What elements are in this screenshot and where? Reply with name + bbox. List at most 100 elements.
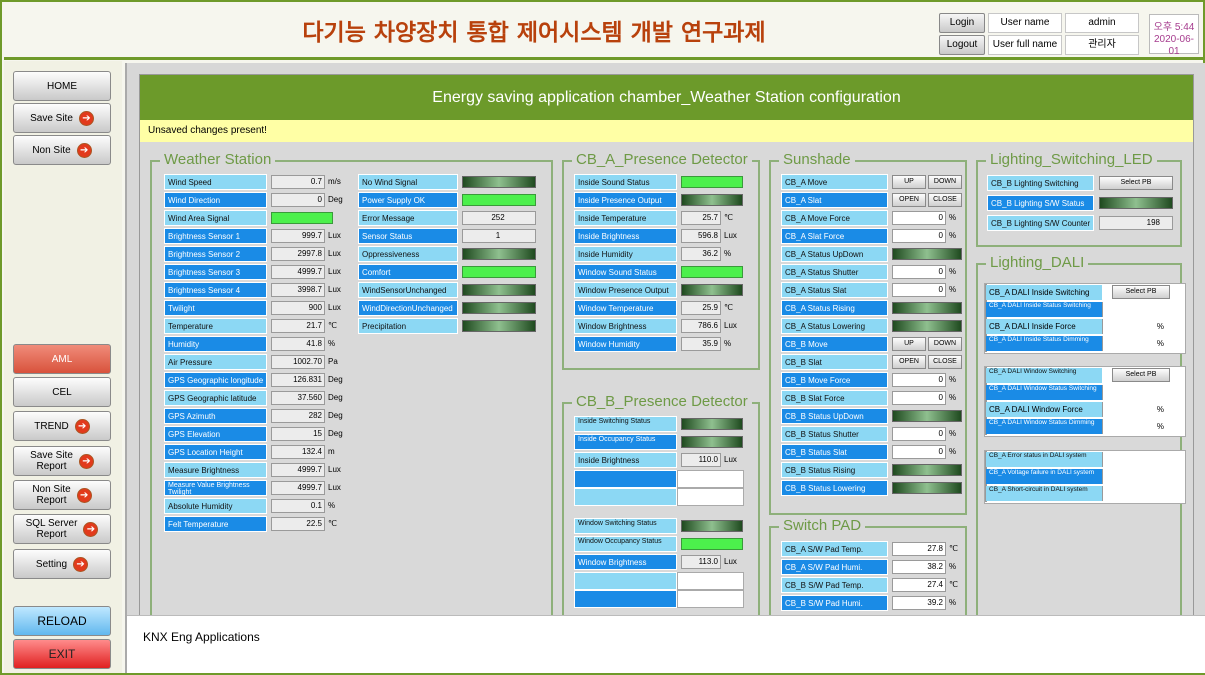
unsaved-changes-notice: Unsaved changes present! bbox=[140, 120, 1193, 142]
up-button[interactable]: UP bbox=[892, 337, 926, 351]
weather-label: GPS Elevation bbox=[164, 426, 267, 442]
sunshade-value[interactable]: 0 bbox=[892, 265, 946, 279]
reload-button[interactable]: RELOAD bbox=[13, 606, 111, 636]
trend-button[interactable]: TREND ➔ bbox=[13, 411, 111, 441]
weather-station-group: Weather Station Wind Speed 0.7 m/s Wind Dir… bbox=[150, 150, 553, 622]
presence-a-row-inside-humidity: Inside Humidity 36.2% bbox=[574, 246, 754, 262]
down-button[interactable]: DOWN bbox=[928, 175, 962, 189]
sunshade-value[interactable]: 0 bbox=[892, 211, 946, 225]
aml-button[interactable]: AML bbox=[13, 344, 111, 374]
clock-date: 2020-06-01 bbox=[1153, 34, 1195, 57]
led-sw-counter-label: CB_B Lighting S/W Counter bbox=[987, 215, 1094, 231]
weather-value: 1002.70 bbox=[271, 355, 325, 369]
sunshade-value[interactable]: 0 bbox=[892, 445, 946, 459]
sunshade-unit: % bbox=[949, 285, 957, 294]
up-button[interactable]: UP bbox=[892, 175, 926, 189]
weather-unit: Deg bbox=[328, 411, 343, 420]
footer: KNX Eng Applications bbox=[127, 615, 1205, 673]
dali-inside-force-row: CB_A DALI Inside Force % bbox=[985, 318, 1164, 335]
dali-window-dimming-unit: % bbox=[1102, 419, 1182, 434]
weather-unit: Deg bbox=[328, 375, 343, 384]
weather-value: 999.7 bbox=[271, 229, 325, 243]
close-button[interactable]: CLOSE bbox=[928, 193, 962, 207]
weather-value: 900 bbox=[271, 301, 325, 315]
sunshade-value[interactable]: 0 bbox=[892, 229, 946, 243]
led-switching-label: CB_B Lighting Switching bbox=[987, 175, 1094, 191]
led-sw-status-indicator bbox=[1099, 197, 1173, 209]
empty-row-value bbox=[677, 470, 744, 488]
led-sw-status-row: CB_B Lighting S/W Status bbox=[987, 195, 1177, 211]
close-button[interactable]: CLOSE bbox=[928, 355, 962, 369]
dali-error-row: CB_A Error status in DALI system bbox=[985, 451, 1103, 468]
cel-button[interactable]: CEL bbox=[13, 377, 111, 407]
sunshade-row-cb-b-status-updown: CB_B Status UpDown bbox=[781, 408, 962, 424]
switch-pad-title: Switch PAD bbox=[779, 516, 866, 536]
home-button[interactable]: HOME bbox=[13, 71, 111, 101]
status-indicator bbox=[462, 248, 536, 260]
status-indicator bbox=[681, 284, 743, 296]
save-site-report-button[interactable]: Save Site Report ➔ bbox=[13, 446, 111, 476]
sidebar: HOME Save Site ➔ Non Site ➔ AML CEL TREND ➔… bbox=[4, 61, 122, 673]
presence-b-row-inside-occupancy-status: Inside Occupancy Status bbox=[574, 434, 754, 450]
sql-server-report-label: SQL Server Report bbox=[25, 518, 78, 540]
non-site-report-button[interactable]: Non Site Report ➔ bbox=[13, 480, 111, 510]
presence-unit: Lux bbox=[724, 321, 737, 330]
lighting-dali-title: Lighting_DALI bbox=[986, 253, 1089, 273]
non-site-button[interactable]: Non Site ➔ bbox=[13, 135, 111, 165]
weather-row-felt-temperature: Felt Temperature 22.5 ℃ bbox=[164, 516, 364, 532]
weather-unit: Lux bbox=[328, 267, 341, 276]
status-row-error-message: Error Message 252 bbox=[358, 210, 548, 226]
weather-label: Air Pressure bbox=[164, 354, 267, 370]
switch-pad-label: CB_A S/W Pad Humi. bbox=[781, 559, 888, 575]
sunshade-row-cb-b-status-lowering: CB_B Status Lowering bbox=[781, 480, 962, 496]
dali-short-value bbox=[1102, 486, 1182, 501]
open-button[interactable]: OPEN bbox=[892, 355, 926, 369]
weather-label: Humidity bbox=[164, 336, 267, 352]
weather-row-brightness-sensor-3: Brightness Sensor 3 4999.7 Lux bbox=[164, 264, 364, 280]
sunshade-unit: % bbox=[949, 393, 957, 402]
status-indicator bbox=[681, 194, 743, 206]
presence-b-row-inside-brightness: Inside Brightness 110.0 Lux bbox=[574, 452, 754, 468]
cb-b-presence-group: CB_B_Presence Detector Inside Switching … bbox=[562, 392, 760, 622]
dali-inside-select-pb-button[interactable]: Select PB bbox=[1112, 285, 1170, 299]
presence-unit: % bbox=[724, 339, 732, 348]
dali-window-status-switching-row: CB_A DALI Window Status Switching bbox=[985, 384, 1103, 401]
status-indicator bbox=[462, 284, 536, 296]
status-indicator bbox=[892, 248, 962, 260]
sunshade-row-cb-a-move-force: CB_A Move Force 0% bbox=[781, 210, 961, 226]
aml-label: AML bbox=[51, 353, 73, 365]
sunshade-value[interactable]: 0 bbox=[892, 283, 946, 297]
login-button[interactable]: Login bbox=[939, 13, 985, 33]
sunshade-value[interactable]: 0 bbox=[892, 373, 946, 387]
presence-label: Window Sound Status bbox=[574, 264, 677, 280]
sunshade-label: CB_A Move bbox=[781, 174, 888, 190]
lighting-switching-led-group: Lighting_Switching_LED CB_B Lighting Swi… bbox=[976, 150, 1182, 247]
open-button[interactable]: OPEN bbox=[892, 193, 926, 207]
sunshade-label: CB_B Status Shutter bbox=[781, 426, 888, 442]
down-button[interactable]: DOWN bbox=[928, 337, 962, 351]
weather-label: Measure Value Brightness Twilight bbox=[164, 480, 267, 496]
led-select-pb-button[interactable]: Select PB bbox=[1099, 176, 1173, 190]
sql-server-report-button[interactable]: SQL Server Report ➔ bbox=[13, 514, 111, 544]
weather-label: Felt Temperature bbox=[164, 516, 267, 532]
weather-value: 4999.7 bbox=[271, 265, 325, 279]
switch-pad-value: 38.2 bbox=[892, 560, 946, 574]
sunshade-row-cb-a-status-shutter: CB_A Status Shutter 0% bbox=[781, 264, 961, 280]
save-site-button[interactable]: Save Site ➔ bbox=[13, 103, 111, 133]
logout-button[interactable]: Logout bbox=[939, 35, 985, 55]
weather-row-brightness-sensor-2: Brightness Sensor 2 2997.8 Lux bbox=[164, 246, 364, 262]
dali-window-select-pb-button[interactable]: Select PB bbox=[1112, 368, 1170, 382]
switch-pad-row-cb-a-s-w-pad-temp: CB_A S/W Pad Temp. 27.8 ℃ bbox=[781, 541, 961, 557]
dali-inside-force-label: CB_A DALI Inside Force bbox=[986, 319, 1102, 334]
status-indicator bbox=[462, 266, 536, 278]
sunshade-value[interactable]: 0 bbox=[892, 427, 946, 441]
status-label: No Wind Signal bbox=[358, 174, 458, 190]
status-indicator bbox=[892, 410, 962, 422]
sunshade-value[interactable]: 0 bbox=[892, 391, 946, 405]
exit-button[interactable]: EXIT bbox=[13, 639, 111, 669]
status-row-windsensorunchanged: WindSensorUnchanged bbox=[358, 282, 548, 298]
switch-pad-label: CB_A S/W Pad Temp. bbox=[781, 541, 888, 557]
status-label: Power Supply OK bbox=[358, 192, 458, 208]
weather-label: Wind Direction bbox=[164, 192, 267, 208]
setting-button[interactable]: Setting ➔ bbox=[13, 549, 111, 579]
